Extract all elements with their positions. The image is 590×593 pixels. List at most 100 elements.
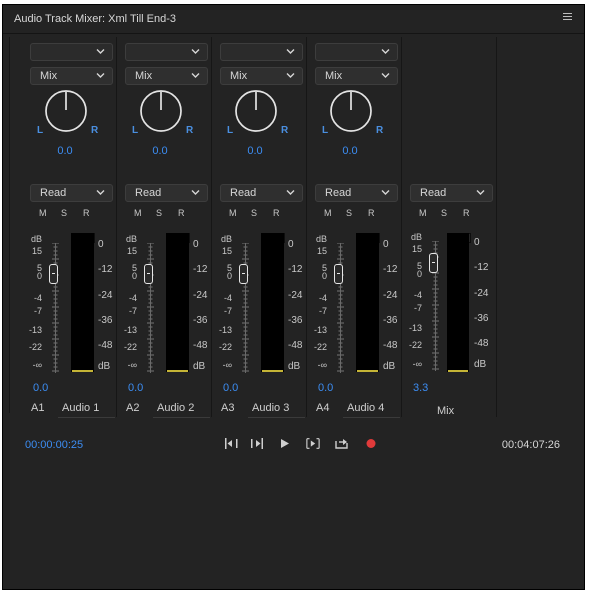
play-icon[interactable] bbox=[278, 437, 292, 450]
mute-button[interactable]: M bbox=[134, 208, 142, 218]
mix-mode-label: Mix bbox=[230, 70, 248, 82]
current-timecode[interactable]: 00:00:00:25 bbox=[25, 439, 83, 451]
mute-button[interactable]: M bbox=[324, 208, 332, 218]
meter-floor bbox=[167, 370, 188, 372]
meter-scale-label: 0 bbox=[383, 239, 389, 250]
end-timecode: 00:04:07:26 bbox=[501, 439, 560, 451]
volume-value[interactable]: 0.0 bbox=[223, 382, 238, 394]
input-select-dropdown[interactable] bbox=[30, 43, 113, 61]
automation-mode-label: Read bbox=[420, 187, 447, 199]
track-name[interactable]: Audio 4 bbox=[347, 402, 384, 414]
input-select-dropdown[interactable] bbox=[125, 43, 208, 61]
automation-mode-dropdown[interactable]: Read bbox=[410, 184, 493, 202]
pan-knob[interactable] bbox=[139, 89, 183, 133]
pan-value[interactable]: 0.0 bbox=[21, 145, 109, 157]
channel-strip: Mix L R 0.0 Read M S RdB 15 5 0 -4 -7 -13 -22 -∞ 0 -12 -24… bbox=[21, 37, 117, 418]
loop-icon[interactable] bbox=[335, 437, 349, 450]
fader-scale-label: -7 bbox=[413, 303, 422, 313]
track-name[interactable]: Audio 1 bbox=[62, 402, 99, 414]
input-select-dropdown[interactable] bbox=[315, 43, 398, 61]
automation-mode-dropdown[interactable]: Read bbox=[315, 184, 398, 202]
pan-value[interactable]: 0.0 bbox=[116, 145, 204, 157]
meter-scale-label: -24 bbox=[288, 290, 303, 301]
play-in-to-out-icon[interactable] bbox=[306, 437, 320, 450]
track-name[interactable]: Audio 3 bbox=[252, 402, 289, 414]
meter-scale-label: dB bbox=[288, 361, 301, 372]
fader-track bbox=[55, 243, 56, 373]
meter-scale-label: -12 bbox=[474, 262, 489, 273]
automation-mode-dropdown[interactable]: Read bbox=[220, 184, 303, 202]
meter-scale-label: -24 bbox=[193, 290, 208, 301]
volume-fader[interactable] bbox=[49, 264, 58, 284]
mute-button[interactable]: M bbox=[229, 208, 237, 218]
mute-button[interactable]: M bbox=[419, 208, 427, 218]
pan-left-label: L bbox=[132, 125, 139, 136]
volume-fader[interactable] bbox=[334, 264, 343, 284]
track-name[interactable]: Audio 2 bbox=[157, 402, 194, 414]
go-to-out-point-icon[interactable] bbox=[250, 437, 264, 450]
pan-left-label: L bbox=[322, 125, 329, 136]
audio-track-mixer-panel: Audio Track Mixer: Xml Till End-3 Mix L R 0… bbox=[2, 4, 585, 590]
fader-scale-label: 0 bbox=[321, 271, 327, 281]
meter-scale-label: -48 bbox=[383, 340, 398, 351]
volume-value[interactable]: 0.0 bbox=[33, 382, 48, 394]
fader-track bbox=[245, 243, 246, 373]
channel-strip: Mix L R 0.0 Read M S RdB 15 5 0 -4 -7 -13 -22 -∞ 0 -12 -24… bbox=[211, 37, 307, 418]
volume-fader[interactable] bbox=[144, 264, 153, 284]
pan-knob[interactable] bbox=[44, 89, 88, 133]
meter-scale-label: -48 bbox=[98, 340, 113, 351]
solo-button[interactable]: S bbox=[441, 208, 447, 218]
fader-scale-label: -7 bbox=[128, 306, 137, 316]
record-arm-button[interactable]: R bbox=[178, 208, 185, 218]
mix-mode-dropdown[interactable]: Mix bbox=[220, 67, 303, 85]
track-name-underline bbox=[248, 417, 305, 418]
fader-track bbox=[150, 243, 151, 373]
volume-value[interactable]: 0.0 bbox=[128, 382, 143, 394]
panel-menu-icon[interactable] bbox=[563, 13, 572, 21]
record-arm-button[interactable]: R bbox=[273, 208, 280, 218]
fader-scale-label: -13 bbox=[28, 325, 42, 335]
pan-right-label: R bbox=[186, 125, 194, 136]
automation-mode-dropdown[interactable]: Read bbox=[30, 184, 113, 202]
fader-scale-label: -13 bbox=[123, 325, 137, 335]
channel-strip: Mix L R 0.0 Read M S RdB 15 5 0 -4 -7 -13 -22 -∞ 0 -12 -24… bbox=[306, 37, 402, 418]
level-meter bbox=[447, 233, 469, 372]
pan-value[interactable]: 0.0 bbox=[211, 145, 299, 157]
solo-button[interactable]: S bbox=[251, 208, 257, 218]
volume-fader[interactable] bbox=[429, 253, 438, 273]
mix-mode-dropdown[interactable]: Mix bbox=[125, 67, 208, 85]
fader-scale-label: -∞ bbox=[317, 360, 327, 370]
pan-knob[interactable] bbox=[234, 89, 278, 133]
fader-scale-label: 0 bbox=[226, 271, 232, 281]
mix-mode-dropdown[interactable]: Mix bbox=[315, 67, 398, 85]
mix-mode-label: Mix bbox=[40, 70, 58, 82]
fader-scale-label: -4 bbox=[413, 290, 422, 300]
automation-mode-dropdown[interactable]: Read bbox=[125, 184, 208, 202]
meter-scale-label: -36 bbox=[193, 315, 208, 326]
volume-value[interactable]: 0.0 bbox=[318, 382, 333, 394]
volume-fader[interactable] bbox=[239, 264, 248, 284]
pan-value[interactable]: 0.0 bbox=[306, 145, 394, 157]
meter-scale-label: 0 bbox=[98, 239, 104, 250]
mix-mode-label: Mix bbox=[325, 70, 343, 82]
pan-knob[interactable] bbox=[329, 89, 373, 133]
record-arm-button[interactable]: R bbox=[463, 208, 470, 218]
fader-scale-label: -22 bbox=[218, 342, 232, 352]
mute-button[interactable]: M bbox=[39, 208, 47, 218]
record-arm-button[interactable]: R bbox=[368, 208, 375, 218]
fader-scale-label: 15 bbox=[126, 246, 137, 256]
pan-right-label: R bbox=[376, 125, 384, 136]
mix-mode-dropdown[interactable]: Mix bbox=[30, 67, 113, 85]
track-name-underline bbox=[343, 417, 400, 418]
record-arm-button[interactable]: R bbox=[83, 208, 90, 218]
volume-value[interactable]: 3.3 bbox=[413, 382, 428, 394]
input-select-dropdown[interactable] bbox=[220, 43, 303, 61]
record-icon[interactable] bbox=[364, 437, 378, 450]
fader-scale-label: -13 bbox=[313, 325, 327, 335]
left-gutter-divider bbox=[9, 37, 10, 413]
solo-button[interactable]: S bbox=[346, 208, 352, 218]
solo-button[interactable]: S bbox=[156, 208, 162, 218]
automation-mode-label: Read bbox=[230, 187, 257, 199]
solo-button[interactable]: S bbox=[61, 208, 67, 218]
go-to-in-point-icon[interactable] bbox=[224, 437, 238, 450]
